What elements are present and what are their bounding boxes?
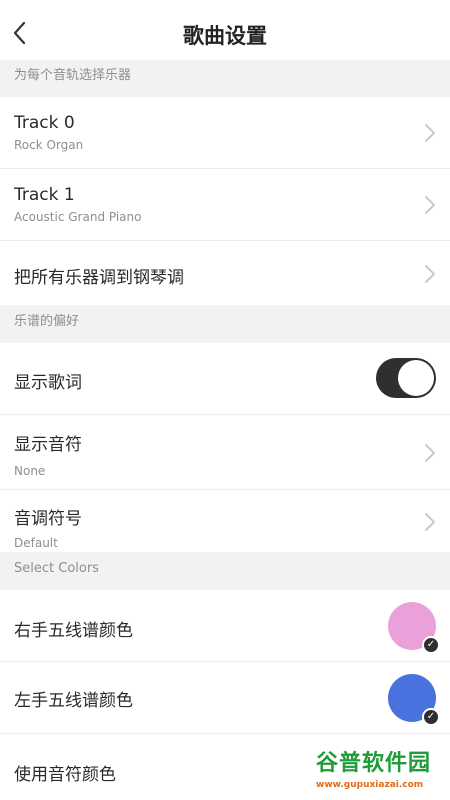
left-hand-color-label: 左手五线谱颜色 [14,691,133,711]
check-icon: ✓ [422,708,440,726]
show-notes-row[interactable]: 显示音符 None [0,415,450,490]
track-1-instrument: Acoustic Grand Piano [14,210,142,224]
key-signature-label: 音调符号 [14,509,82,529]
left-hand-color-swatch[interactable]: ✓ [388,674,440,726]
watermark-brand: 谷普软件园 [316,751,432,776]
chevron-right-icon [425,444,435,462]
show-lyrics-row: 显示歌词 [0,343,450,415]
chevron-right-icon [425,196,435,214]
all-piano-row[interactable]: 把所有乐器调到钢琴调 [0,241,450,305]
watermark: 谷普软件园 www.gupuxiazai.com [312,750,448,798]
show-lyrics-toggle[interactable] [376,358,436,398]
page-title: 歌曲设置 [183,24,267,48]
right-hand-color-label: 右手五线谱颜色 [14,621,133,641]
show-notes-label: 显示音符 [14,435,82,455]
chevron-right-icon [425,513,435,531]
track-1-label: Track 1 [14,185,75,205]
track-1-row[interactable]: Track 1 Acoustic Grand Piano [0,169,450,241]
check-icon: ✓ [422,636,440,654]
track-0-instrument: Rock Organ [14,138,84,152]
section-header-colors: Select Colors [0,552,450,590]
chevron-right-icon [425,265,435,283]
key-signature-row[interactable]: 音调符号 Default [0,490,450,552]
section-header-preferences: 乐谱的偏好 [0,305,450,343]
left-hand-color-row[interactable]: 左手五线谱颜色 ✓ [0,662,450,734]
track-0-label: Track 0 [14,113,75,133]
show-notes-value: None [14,464,46,478]
section-header-instruments: 为每个音轨选择乐器 [0,60,450,97]
track-0-row[interactable]: Track 0 Rock Organ [0,97,450,169]
key-signature-value: Default [14,536,58,550]
right-hand-color-row[interactable]: 右手五线谱颜色 ✓ [0,590,450,662]
all-piano-label: 把所有乐器调到钢琴调 [14,268,184,288]
chevron-right-icon [425,124,435,142]
header-bar: 歌曲设置 [0,0,450,60]
toggle-knob [398,360,434,396]
watermark-url: www.gupuxiazai.com [316,780,424,790]
right-hand-color-swatch[interactable]: ✓ [388,602,440,654]
